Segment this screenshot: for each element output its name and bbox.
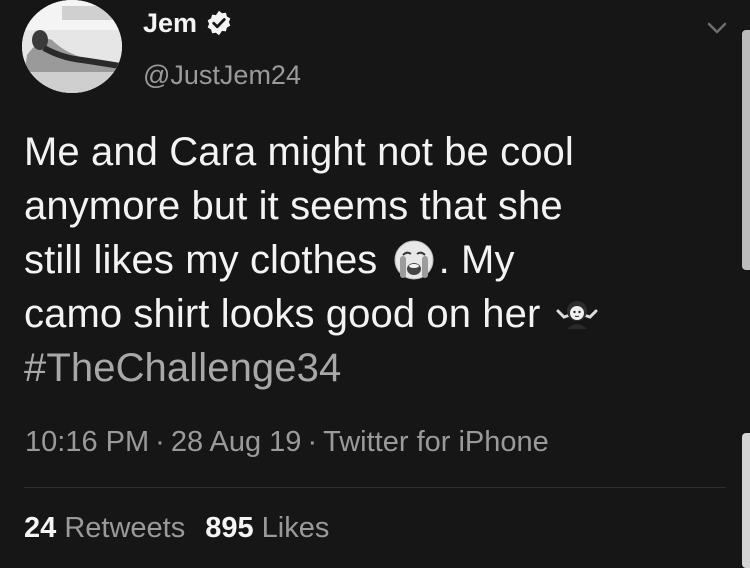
- tweet-text-segment: camo shirt looks good on her: [24, 292, 541, 336]
- retweets-label: Retweets: [64, 512, 186, 544]
- divider: [24, 487, 726, 488]
- tweet-text-line: camo shirt looks good on her: [24, 287, 724, 341]
- tweet-text-segment: . My: [438, 238, 515, 282]
- tweet-text-segment: still likes my clothes: [24, 238, 378, 282]
- tweet-text-line: Me and Cara might not be cool: [24, 130, 574, 174]
- scrollbar[interactable]: [742, 30, 750, 270]
- tweet-text-line: anymore but it seems that she: [24, 184, 563, 228]
- meta-separator: ·: [307, 426, 318, 458]
- author-handle[interactable]: @JustJem24: [143, 58, 301, 92]
- crying-face-icon: [391, 239, 437, 281]
- likes-count: 895: [205, 512, 254, 544]
- tweet-stats: 24 Retweets 895 Likes: [24, 510, 329, 546]
- tweet-text-line: still likes my clothes . My: [24, 233, 724, 287]
- chevron-down-icon[interactable]: [704, 18, 730, 38]
- likes-label: Likes: [261, 512, 330, 544]
- tweet-meta: 10:16 PM · 28 Aug 19 · Twitter for iPhone: [25, 424, 549, 460]
- verified-badge-icon: [205, 9, 233, 37]
- tweet-source[interactable]: Twitter for iPhone: [323, 426, 549, 458]
- author-name-row: Jem: [143, 6, 233, 40]
- likes-stat[interactable]: 895 Likes: [205, 512, 329, 544]
- shrugging-person-icon: [554, 293, 600, 335]
- tweet-time: 10:16 PM: [25, 426, 150, 458]
- tweet-date: 28 Aug 19: [170, 426, 302, 458]
- avatar-photo: [22, 0, 122, 93]
- meta-separator: ·: [155, 426, 165, 458]
- hashtag-link[interactable]: #TheChallenge34: [24, 341, 724, 395]
- tweet-card: Jem @JustJem24 Me and Cara might not be …: [0, 0, 750, 568]
- retweets-stat[interactable]: 24 Retweets: [24, 512, 185, 544]
- avatar[interactable]: [22, 0, 122, 93]
- author-name[interactable]: Jem: [143, 6, 197, 40]
- tweet-text: Me and Cara might not be cool anymore bu…: [24, 125, 724, 395]
- retweets-count: 24: [24, 512, 57, 544]
- scrollbar-thumb[interactable]: [742, 433, 750, 568]
